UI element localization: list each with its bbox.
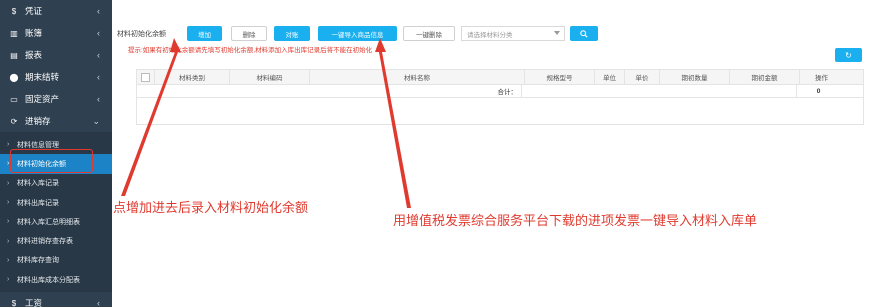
category-select[interactable]: 请选择材料分类 <box>461 26 565 41</box>
sub-label: 材料出库成本分配表 <box>17 276 80 284</box>
nav-label: 账簿 <box>25 28 43 38</box>
col-code: 材料编码 <box>230 70 310 84</box>
import-goods-button[interactable]: 一键导入商品信息 <box>318 26 397 41</box>
select-all-checkbox[interactable] <box>141 72 150 82</box>
nav-books[interactable]: ▥ 账簿 ‹ <box>0 22 112 44</box>
refresh-button[interactable]: ↻ <box>835 48 862 62</box>
chevron-right-icon: › <box>7 179 10 187</box>
total-row: 合计： 0 <box>137 85 863 98</box>
sub-label: 材料出库记录 <box>17 199 59 207</box>
sub-cost-allocation[interactable]: › 材料出库成本分配表 <box>0 270 112 289</box>
nav-fixed-assets[interactable]: ▭ 固定资产 ‹ <box>0 88 112 110</box>
dollar-icon: $ <box>11 6 17 16</box>
annotation-right: 用增值税发票综合服务平台下载的进项发票一键导入材料入库单 <box>393 213 758 228</box>
sub-label: 材料进销存查存表 <box>17 238 73 246</box>
delete-button[interactable]: 删除 <box>231 26 267 41</box>
col-spec: 规格型号 <box>525 70 595 84</box>
main-content: 材料初始化余额 增加 删除 对账 一键导入商品信息 一键删除 请选择材料分类 提… <box>112 0 879 307</box>
nav-label: 凭证 <box>25 6 43 16</box>
sub-label: 材料库存查询 <box>17 257 59 265</box>
col-initial-amount: 期初金额 <box>730 70 800 84</box>
chevron-right-icon: › <box>7 218 10 226</box>
sub-label: 材料入库记录 <box>17 180 59 188</box>
cycle-icon: ⟳ <box>10 116 18 126</box>
nav-label: 期末结转 <box>25 72 60 82</box>
chevron-right-icon: › <box>7 237 10 245</box>
chevron-right-icon: › <box>7 141 10 149</box>
nav-voucher[interactable]: $ 凭证 ‹ <box>0 0 112 22</box>
chevron-left-icon: ‹ <box>97 50 100 60</box>
nav-period-close[interactable]: ⬤ 期末结转 ‹ <box>0 66 112 88</box>
col-unit: 单位 <box>595 70 625 84</box>
col-category: 材料类别 <box>155 70 230 84</box>
chevron-right-icon: › <box>7 160 10 168</box>
col-name: 材料名称 <box>310 70 525 84</box>
reconcile-button[interactable]: 对账 <box>274 26 310 41</box>
sub-label: 材料入库汇总明细表 <box>17 218 80 226</box>
sub-material-outbound[interactable]: › 材料出库记录 <box>0 193 112 212</box>
chevron-right-icon: › <box>7 199 10 207</box>
caret-down-icon <box>554 31 560 35</box>
chevron-left-icon: ‹ <box>97 72 100 82</box>
search-icon <box>580 29 588 38</box>
sidebar: $ 凭证 ‹ ▥ 账簿 ‹ ▤ 报表 ‹ ⬤ 期末结转 ‹ ▭ 固定资产 ‹ ⟳… <box>0 0 112 307</box>
nav-label: 报表 <box>25 50 43 60</box>
monitor-icon: ▭ <box>10 94 18 104</box>
table-empty-area <box>137 98 863 124</box>
select-all-cell <box>137 70 155 84</box>
page-title: 材料初始化余额 <box>117 31 166 38</box>
chevron-left-icon: ‹ <box>97 298 100 307</box>
sub-stock-query[interactable]: › 材料库存查询 <box>0 251 112 270</box>
highlight-box <box>10 149 93 173</box>
hint-text: 提示:如果有初始化余额请先填写初始化余额,材料添加入库出库记录后将不能在初始化 <box>128 47 373 54</box>
refresh-icon: ↻ <box>845 50 852 60</box>
nav-label: 固定资产 <box>25 94 60 104</box>
dollar-icon: $ <box>11 298 17 307</box>
nav-payroll[interactable]: $ 工资 ‹ <box>0 292 112 307</box>
col-initial-qty: 期初数量 <box>660 70 730 84</box>
sub-inbound-summary[interactable]: › 材料入库汇总明细表 <box>0 212 112 231</box>
add-button[interactable]: 增加 <box>187 26 222 41</box>
period-icon: ⬤ <box>9 72 19 82</box>
materials-table: 材料类别 材料编码 材料名称 规格型号 单位 单价 期初数量 期初金额 操作 合… <box>136 69 864 125</box>
delete-all-button[interactable]: 一键删除 <box>403 26 455 41</box>
annotation-left: 点增加进去后录入材料初始化余额 <box>113 200 309 215</box>
nav-inventory[interactable]: ⟳ 进销存 ⌄ <box>0 110 112 132</box>
total-value: 0 <box>816 87 821 95</box>
nav-reports[interactable]: ▤ 报表 ‹ <box>0 44 112 66</box>
chevron-left-icon: ‹ <box>97 94 100 104</box>
total-label: 合计： <box>137 85 522 97</box>
sub-material-inbound[interactable]: › 材料入库记录 <box>0 174 112 193</box>
col-price: 单价 <box>625 70 660 84</box>
category-placeholder: 请选择材料分类 <box>467 31 513 39</box>
table-header: 材料类别 材料编码 材料名称 规格型号 单位 单价 期初数量 期初金额 操作 <box>137 70 863 85</box>
nav-label: 工资 <box>25 298 43 307</box>
sub-stock-report[interactable]: › 材料进销存查存表 <box>0 231 112 250</box>
col-actions: 操作 <box>815 75 828 82</box>
chevron-left-icon: ‹ <box>97 6 100 16</box>
chevron-right-icon: › <box>7 256 10 264</box>
book-icon: ▥ <box>10 28 18 38</box>
search-button[interactable] <box>570 26 598 41</box>
total-spacer <box>522 85 797 97</box>
chevron-right-icon: › <box>7 276 10 284</box>
chevron-down-icon: ⌄ <box>92 116 100 126</box>
nav-label: 进销存 <box>25 116 51 126</box>
report-icon: ▤ <box>10 50 18 60</box>
chevron-left-icon: ‹ <box>97 28 100 38</box>
